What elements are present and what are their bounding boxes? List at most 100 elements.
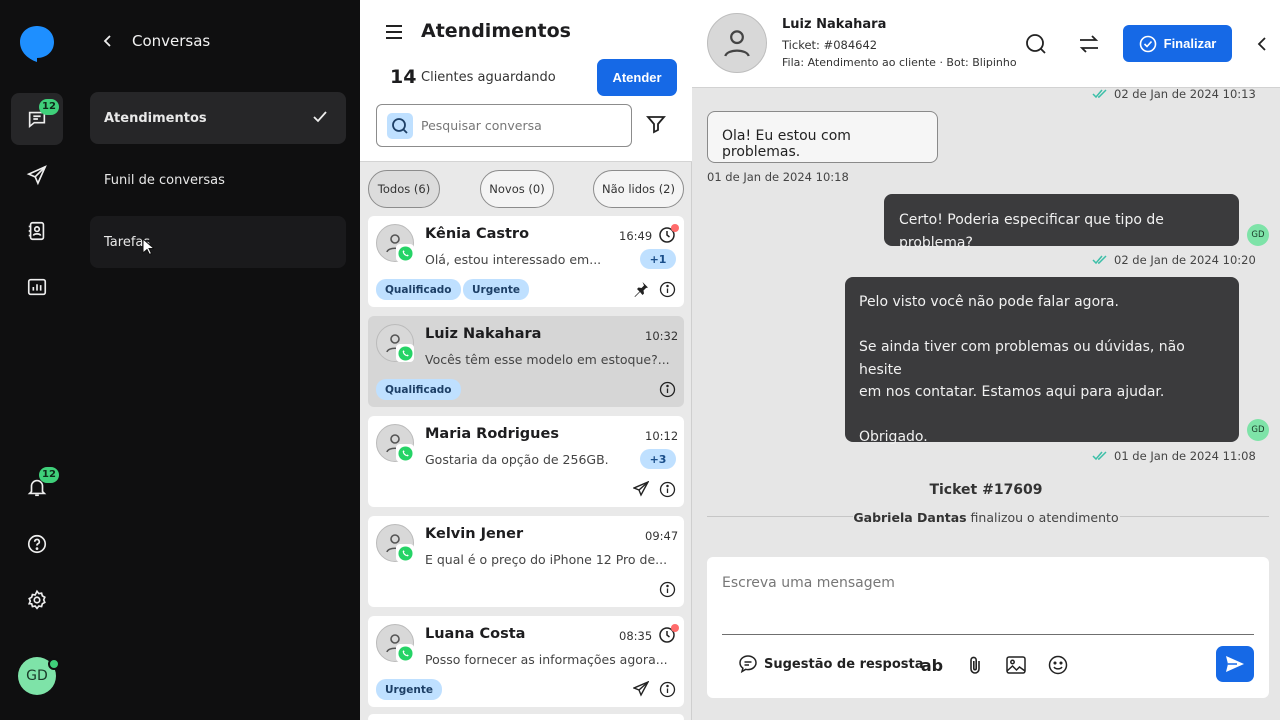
search-icon[interactable] [1024, 32, 1048, 56]
help-nav-button[interactable] [11, 518, 63, 570]
conversation-card[interactable]: Luana Costa 08:35 Posso fornecer as info… [368, 616, 684, 707]
message-timestamp: 01 de Jan de 2024 11:08 [1114, 449, 1256, 463]
message-text-line: Se ainda tiver com problemas ou dúvidas,… [859, 339, 1185, 378]
settings-nav-button[interactable] [11, 574, 63, 626]
submenu-title: Conversas [132, 32, 211, 50]
ticket-closed-action: finalizou o atendimento [966, 510, 1119, 525]
message-meta: 01 de Jan de 2024 10:18 [707, 170, 849, 184]
contacts-book-icon [28, 221, 45, 241]
clock-icon [658, 624, 679, 644]
finish-button-label: Finalizar [1163, 36, 1217, 51]
search-input[interactable]: Pesquisar conversa [421, 118, 542, 133]
search-field[interactable]: Pesquisar conversa [376, 104, 632, 147]
whatsapp-icon [396, 444, 414, 462]
clock-icon [658, 224, 679, 244]
conversation-card[interactable]: Kênia Castro 16:49 Olá, estou interessad… [368, 216, 684, 307]
contacts-nav-button[interactable] [11, 205, 63, 257]
paper-plane-icon [26, 165, 47, 186]
info-icon[interactable] [658, 380, 676, 398]
search-icon [387, 112, 413, 139]
message-meta: 02 de Jan de 2024 10:13 [1092, 87, 1256, 101]
speech-bubble-icon [739, 655, 757, 674]
agent-avatar-mini: GD [1247, 419, 1269, 441]
submenu-item-atendimentos[interactable]: Atendimentos [90, 92, 346, 144]
emoji-icon[interactable] [1047, 654, 1069, 676]
image-icon[interactable] [1005, 654, 1027, 676]
info-icon[interactable] [658, 280, 676, 298]
submenu-item-funil[interactable]: Funil de conversas [90, 154, 346, 206]
submenu-item-tarefas[interactable]: Tarefas [90, 216, 346, 268]
message-bubble-outgoing: Pelo visto você não pode falar agora. Se… [845, 277, 1239, 445]
online-status-dot [48, 658, 60, 670]
submenu-item-label: Funil de conversas [104, 172, 225, 188]
reply-suggestion-label: Sugestão de resposta [764, 656, 924, 672]
chip-novos[interactable]: Novos (0) [480, 170, 554, 208]
broadcast-nav-button[interactable] [11, 149, 63, 201]
blip-logo-icon [20, 26, 54, 62]
filter-icon[interactable] [646, 114, 666, 134]
attend-button[interactable]: Atender [597, 59, 677, 96]
message-text: Certo! Poderia especificar que tipo de p… [899, 212, 1164, 251]
message-text: Ola! Eu estou com problemas. [722, 128, 851, 160]
chevron-left-icon[interactable] [1254, 35, 1272, 53]
tag-urgente: Urgente [376, 679, 442, 700]
conversation-card[interactable]: Kelvin Jener 09:47 E qual é o preço do i… [368, 516, 684, 607]
text-format-button[interactable]: ab [921, 654, 943, 676]
check-icon [313, 111, 327, 123]
chat-nav-button[interactable]: 12 [11, 93, 63, 145]
double-check-icon [1092, 451, 1107, 461]
conversation-card-partial[interactable] [368, 714, 684, 720]
chevron-left-icon[interactable] [102, 34, 114, 48]
help-icon [27, 534, 47, 554]
unread-badge: +1 [640, 249, 676, 269]
gear-icon [27, 589, 46, 610]
list-header: Atendimentos 14 Clientes aguardando Aten… [360, 0, 692, 162]
message-text-line: em nos contatar. Estamos aqui para ajuda… [859, 384, 1165, 400]
person-icon [724, 30, 750, 57]
finish-button[interactable]: Finalizar [1123, 25, 1232, 62]
ticket-closed-text: Gabriela Dantas finalizou o atendimento [692, 510, 1280, 525]
send-icon [1226, 656, 1244, 672]
message-input[interactable]: Escreva uma mensagem [722, 575, 895, 591]
waiting-count: 14 [390, 66, 417, 88]
contact-name: Kelvin Jener [425, 526, 524, 542]
chip-nao-lidos[interactable]: Não lidos (2) [593, 170, 684, 208]
check-circle-icon [1139, 35, 1156, 52]
send-button[interactable] [1216, 646, 1254, 682]
last-message: Gostaria da opção de 256GB. [425, 452, 609, 467]
message-text-line: Pelo visto você não pode falar agora. [859, 294, 1119, 310]
whatsapp-icon [396, 644, 414, 662]
conversation-list-panel: Atendimentos 14 Clientes aguardando Aten… [360, 0, 692, 720]
transfer-icon[interactable] [1077, 32, 1101, 56]
reports-nav-button[interactable] [11, 261, 63, 313]
conversation-card-selected[interactable]: Luiz Nakahara 10:32 Vocês têm esse model… [368, 316, 684, 407]
message-composer: Escreva uma mensagem Sugestão de respost… [707, 557, 1269, 698]
chart-icon [27, 278, 47, 296]
reply-suggestion-button[interactable]: Sugestão de resposta [738, 654, 924, 674]
hamburger-menu-icon[interactable] [385, 24, 403, 40]
message-text-line [859, 404, 1225, 427]
notifications-nav-button[interactable]: 12 [11, 461, 63, 513]
list-title: Atendimentos [421, 20, 571, 42]
message-text-line: Obrigado. [859, 429, 928, 445]
last-message: Olá, estou interessado em... [425, 252, 602, 267]
last-message: Vocês têm esse modelo em estoque?... [425, 352, 670, 367]
alert-dot [671, 624, 679, 632]
mouse-cursor-icon [142, 238, 154, 256]
notifications-badge: 12 [39, 467, 59, 483]
chip-todos[interactable]: Todos (6) [368, 170, 440, 208]
info-icon[interactable] [658, 480, 676, 498]
tag-qualificado: Qualificado [376, 379, 461, 400]
info-icon[interactable] [658, 580, 676, 598]
info-icon[interactable] [658, 680, 676, 698]
last-message: E qual é o preço do iPhone 12 Pro de... [425, 552, 668, 567]
chat-header: Luiz Nakahara Ticket: #084642 Fila: Aten… [692, 0, 1280, 88]
conversation-time: 10:32 [645, 329, 679, 343]
agent-avatar-mini: GD [1247, 224, 1269, 246]
pin-icon[interactable] [632, 280, 650, 298]
message-timestamp: 02 de Jan de 2024 10:20 [1114, 253, 1256, 267]
tag-qualificado: Qualificado [376, 279, 461, 300]
attachment-icon[interactable] [964, 654, 986, 676]
contact-name: Luiz Nakahara [425, 326, 542, 342]
conversation-card[interactable]: Maria Rodrigues 10:12 Gostaria da opção … [368, 416, 684, 507]
